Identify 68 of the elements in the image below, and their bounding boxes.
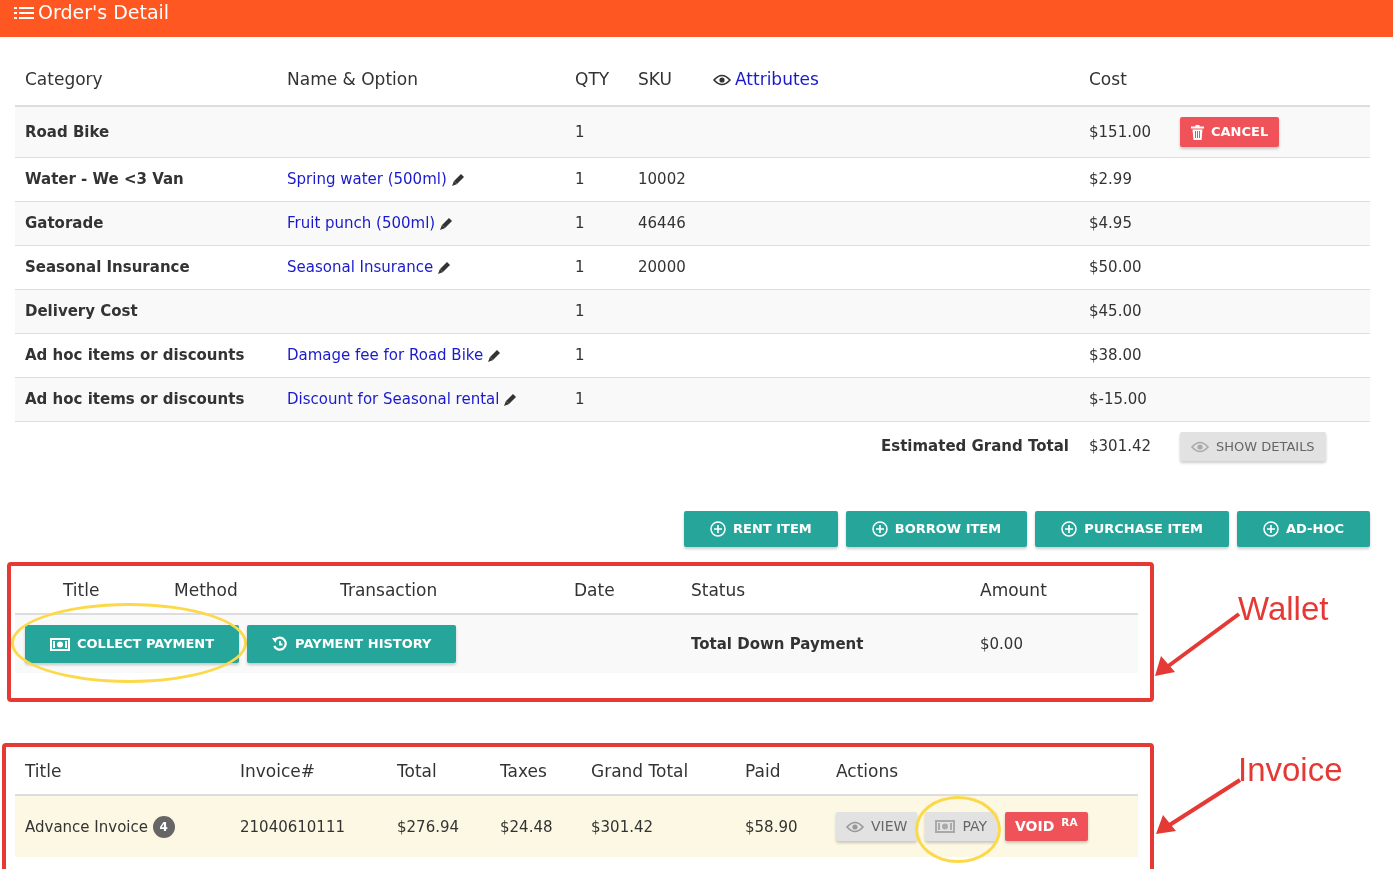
history-icon <box>272 636 289 652</box>
count-badge: 4 <box>152 816 175 838</box>
table-cell: $38.00 <box>1079 333 1170 378</box>
table-cell: $45.00 <box>1079 289 1170 334</box>
table-cell: 1 <box>565 377 628 422</box>
collect-payment-button[interactable]: COLLECT PAYMENT <box>25 625 240 663</box>
table-cell: 1 <box>565 333 628 378</box>
add-button[interactable]: RENT ITEM <box>684 511 838 547</box>
cancel-button[interactable]: CANCEL <box>1180 117 1280 147</box>
table-cell: $4.95 <box>1079 201 1170 246</box>
table-cell: Advance Invoice <box>25 817 148 836</box>
table-cell: Seasonal Insurance <box>15 245 277 290</box>
table-cell: $2.99 <box>1079 157 1170 202</box>
show-details-button[interactable]: SHOW DETAILS <box>1180 431 1326 462</box>
annotation-label: Wallet <box>1238 591 1329 625</box>
table-cell: $276.94 <box>387 795 490 858</box>
table-cell: Total Down Payment <box>681 614 970 673</box>
payment-history-button[interactable]: PAYMENT HISTORY <box>247 625 457 663</box>
table-cell: 1 <box>565 106 628 158</box>
add-button[interactable]: AD-HOC <box>1237 511 1370 547</box>
table-cell: Ad hoc items or discounts <box>15 333 277 378</box>
view-button[interactable]: VIEW <box>836 812 918 842</box>
table-cell: 20000 <box>628 245 703 290</box>
table-cell: $24.48 <box>490 795 581 858</box>
table-cell: 46446 <box>628 201 703 246</box>
item-link[interactable]: Seasonal Insurance <box>287 256 434 279</box>
banknote-icon <box>935 820 956 834</box>
table-cell: 10002 <box>628 157 703 202</box>
table-cell: $58.90 <box>735 795 826 858</box>
table-cell: Ad hoc items or discounts <box>15 377 277 422</box>
pencil-icon <box>503 391 519 407</box>
pencil-icon <box>439 215 455 231</box>
table-cell: $50.00 <box>1079 245 1170 290</box>
table-cell: $301.42 <box>581 795 735 858</box>
trash-icon <box>1191 124 1204 140</box>
pencil-icon <box>437 259 453 275</box>
plus-circle-icon <box>1263 521 1280 537</box>
item-link[interactable]: Damage fee for Road Bike <box>287 344 484 367</box>
eye-icon <box>713 73 731 86</box>
plus-circle-icon <box>871 521 888 537</box>
attributes-link[interactable]: Attributes <box>713 67 819 93</box>
table-cell: 1 <box>565 245 628 290</box>
plus-circle-icon <box>1061 521 1078 537</box>
pay-button[interactable]: PAY <box>925 812 997 842</box>
void-button[interactable]: VOID $^{RA}$ <box>1005 812 1088 842</box>
table-cell: $0.00 <box>970 614 1138 673</box>
page-title: Order's Detail <box>38 0 170 24</box>
eye-icon <box>1191 440 1209 453</box>
add-button[interactable]: BORROW ITEM <box>845 511 1028 547</box>
plus-circle-icon <box>710 521 727 537</box>
list-icon <box>14 5 34 21</box>
item-link[interactable]: Spring water (500ml) <box>287 168 447 191</box>
table-cell: Water - We <3 Van <box>15 157 277 202</box>
table-cell: 1 <box>565 289 628 334</box>
table-cell: Delivery Cost <box>15 289 277 334</box>
pencil-icon <box>487 347 503 363</box>
table-cell: Gatorade <box>15 201 277 246</box>
table-cell: Road Bike <box>15 106 277 158</box>
table-cell: 1 <box>565 201 628 246</box>
pencil-icon <box>450 171 466 187</box>
table-cell: $-15.00 <box>1079 377 1170 422</box>
table-cell: $151.00 <box>1079 106 1170 158</box>
banknote-icon <box>50 637 70 651</box>
eye-icon <box>846 820 864 833</box>
table-cell: 1 <box>565 157 628 202</box>
add-button[interactable]: PURCHASE ITEM <box>1035 511 1230 547</box>
annotation-label: Invoice <box>1238 752 1343 786</box>
table-cell: 21040610111 <box>230 795 387 858</box>
